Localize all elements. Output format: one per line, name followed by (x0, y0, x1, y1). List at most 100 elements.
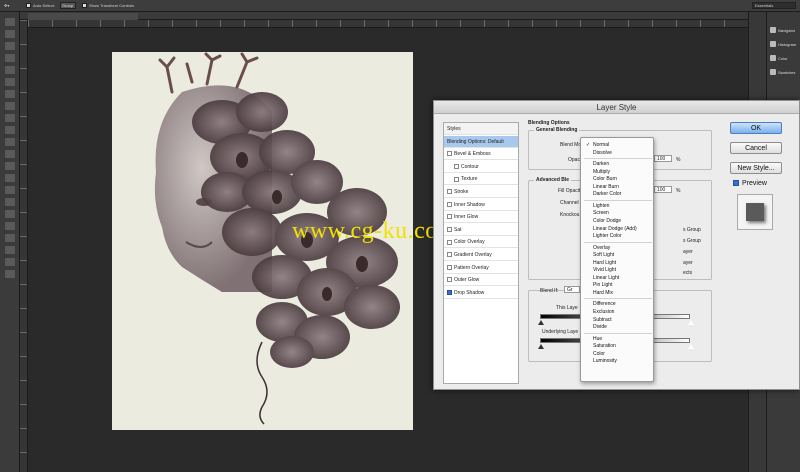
auto-select-dropdown[interactable]: Group (60, 2, 76, 9)
tool-icon[interactable] (5, 102, 15, 110)
this-layer-black-slider[interactable] (538, 320, 544, 325)
style-item-pattern-overlay[interactable]: Pattern Overlay (444, 262, 518, 274)
style-checkbox[interactable] (447, 151, 452, 157)
vertical-ruler (20, 20, 28, 472)
tool-icon[interactable] (5, 234, 15, 242)
panel-tab-swatches[interactable]: Swatches (769, 66, 799, 78)
blend-mode-hard-light[interactable]: Hard Light (593, 260, 616, 266)
tool-icon[interactable] (5, 222, 15, 230)
style-item-drop-shadow[interactable]: Drop Shadow (444, 287, 518, 299)
blend-mode-saturation[interactable]: Saturation (593, 343, 616, 349)
tool-icon[interactable] (5, 186, 15, 194)
transform-controls-checkbox[interactable] (82, 3, 87, 8)
underlying-white-slider[interactable] (688, 344, 694, 349)
tool-icon[interactable] (5, 198, 15, 206)
style-item-color-overlay[interactable]: Color Overlay (444, 236, 518, 249)
blend-mode-lighter-color[interactable]: Lighter Color (593, 233, 622, 239)
tool-icon[interactable] (5, 258, 15, 266)
preview-checkbox[interactable]: Preview (733, 180, 767, 187)
blend-if-select[interactable]: Gr (564, 286, 580, 293)
style-item-label: Styles (447, 126, 461, 132)
style-item-inner-glow[interactable]: Inner Glow (444, 211, 518, 224)
blend-mode-normal[interactable]: Normal (586, 142, 609, 148)
document-tab[interactable] (28, 13, 138, 20)
blend-mode-hard-mix[interactable]: Hard Mix (593, 290, 613, 296)
opacity-field[interactable]: 100 (654, 155, 672, 162)
blend-mode-screen[interactable]: Screen (593, 210, 609, 216)
blend-mode-luminosity[interactable]: Luminosity (593, 358, 617, 364)
style-item-inner-shadow[interactable]: Inner Shadow (444, 199, 518, 211)
style-item-outer-glow[interactable]: Outer Glow (444, 274, 518, 287)
style-checkbox[interactable] (447, 214, 452, 220)
blend-mode-divide[interactable]: Divide (593, 324, 607, 330)
blend-mode-dissolve[interactable]: Dissolve (593, 150, 612, 156)
move-tool-icon[interactable]: ✥▾ (4, 3, 9, 8)
blend-mode-vivid-light[interactable]: Vivid Light (593, 267, 616, 273)
blend-mode-subtract[interactable]: Subtract (593, 317, 612, 323)
blend-mode-multiply[interactable]: Multiply (593, 169, 610, 175)
style-checkbox[interactable] (447, 252, 452, 258)
tool-icon[interactable] (5, 174, 15, 182)
blend-mode-color-dodge[interactable]: Color Dodge (593, 218, 621, 224)
blend-mode-linear-light[interactable]: Linear Light (593, 275, 619, 281)
style-item-stroke[interactable]: Stroke (444, 186, 518, 198)
blend-mode-darker-color[interactable]: Darker Color (593, 191, 621, 197)
style-checkbox[interactable] (447, 189, 452, 195)
horizontal-ruler (28, 20, 748, 28)
tool-icon[interactable] (5, 150, 15, 158)
tool-icon[interactable] (5, 246, 15, 254)
style-checkbox[interactable] (454, 163, 459, 169)
style-item-gradient-overlay[interactable]: Gradient Overlay (444, 249, 518, 261)
style-item-styles[interactable]: Styles (444, 123, 518, 135)
tool-icon[interactable] (5, 270, 15, 278)
new-style-button[interactable]: New Style... (730, 162, 782, 174)
tool-icon[interactable] (5, 78, 15, 86)
tool-icon[interactable] (5, 162, 15, 170)
style-checkbox[interactable] (447, 201, 452, 207)
style-item-label: Bevel & Emboss (454, 151, 491, 158)
tool-icon[interactable] (5, 126, 15, 134)
blend-mode-color[interactable]: Color (593, 351, 605, 357)
blend-mode-linear-burn[interactable]: Linear Burn (593, 184, 619, 190)
tool-icon[interactable] (5, 138, 15, 146)
blend-mode-overlay[interactable]: Overlay (593, 245, 610, 251)
blend-mode-linear-dodge-add[interactable]: Linear Dodge (Add) (593, 226, 637, 232)
blend-mode-exclusion[interactable]: Exclusion (593, 309, 614, 315)
this-layer-white-slider[interactable] (688, 320, 694, 325)
style-checkbox[interactable] (447, 239, 452, 245)
tool-icon[interactable] (5, 210, 15, 218)
fill-opacity-field[interactable]: 100 (654, 186, 672, 193)
blend-mode-color-burn[interactable]: Color Burn (593, 176, 617, 182)
panel-tab-color[interactable]: Color (769, 52, 799, 64)
style-item-contour[interactable]: Contour (444, 161, 518, 173)
blend-mode-lighten[interactable]: Lighten (593, 203, 609, 209)
tool-icon[interactable] (5, 30, 15, 38)
underlying-black-slider[interactable] (538, 344, 544, 349)
panel-tab-navigator[interactable]: Navigator (769, 24, 799, 36)
style-item-texture[interactable]: Texture (444, 173, 518, 186)
style-checkbox[interactable] (454, 176, 459, 182)
blend-mode-hue[interactable]: Hue (593, 336, 602, 342)
tool-icon[interactable] (5, 66, 15, 74)
panel-tab-histogram[interactable]: Histogram (769, 38, 799, 50)
blend-mode-soft-light[interactable]: Soft Light (593, 252, 614, 258)
style-checkbox[interactable] (447, 289, 452, 295)
workspace-select[interactable]: Essentials (752, 2, 796, 9)
tool-icon[interactable] (5, 18, 15, 26)
style-checkbox[interactable] (447, 277, 452, 283)
blend-mode-darken[interactable]: Darken (593, 161, 609, 167)
tool-icon[interactable] (5, 54, 15, 62)
blend-mode-difference[interactable]: Difference (593, 301, 616, 307)
style-item-sat[interactable]: Sat (444, 224, 518, 236)
style-checkbox[interactable] (447, 264, 452, 270)
tool-icon[interactable] (5, 42, 15, 50)
auto-select-checkbox[interactable] (26, 3, 31, 8)
style-checkbox[interactable] (447, 226, 452, 232)
cancel-button[interactable]: Cancel (730, 142, 782, 154)
style-item-bevel-emboss[interactable]: Bevel & Emboss (444, 148, 518, 161)
tool-icon[interactable] (5, 114, 15, 122)
style-item-blending-options-default[interactable]: Blending Options: Default (444, 135, 518, 148)
ok-button[interactable]: OK (730, 122, 782, 134)
blend-mode-pin-light[interactable]: Pin Light (593, 282, 612, 288)
tool-icon[interactable] (5, 90, 15, 98)
